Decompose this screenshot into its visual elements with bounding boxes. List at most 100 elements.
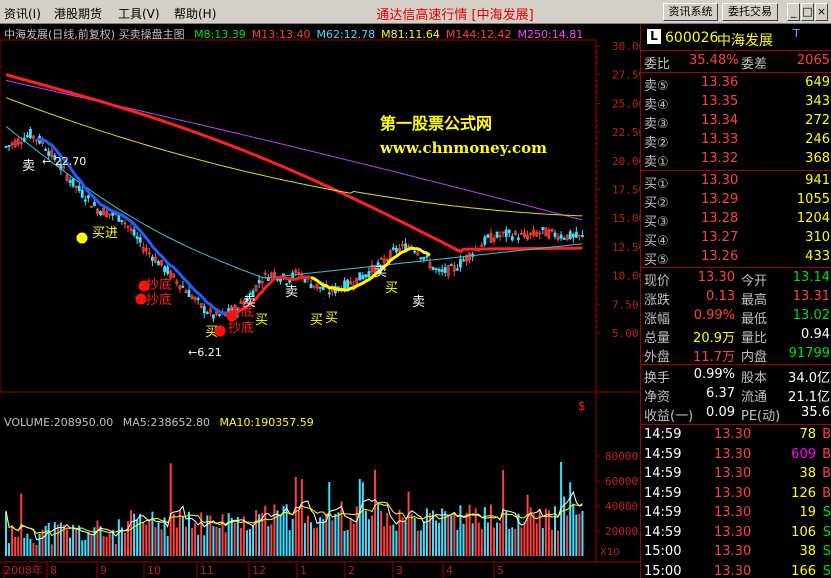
- candle-body: [462, 259, 465, 262]
- tick-volume: 126: [791, 485, 816, 501]
- ma-label: M81:11.64: [381, 28, 440, 41]
- menu-item-tools[interactable]: 工具(V): [118, 5, 160, 22]
- trade-button[interactable]: 委托交易: [722, 3, 778, 21]
- weibi-row: 委比 35.48% 委差 2065: [644, 53, 830, 72]
- price-tick-label: 27.50: [612, 69, 640, 82]
- ma-label: M62:12.78: [316, 28, 376, 41]
- ask-price: 13.36: [701, 75, 739, 90]
- fund-value: 0.09: [706, 405, 735, 420]
- bid-volume: 1204: [796, 211, 830, 226]
- candle-body: [419, 257, 423, 260]
- bid-price: 13.26: [701, 249, 739, 264]
- candle-body: [86, 195, 90, 199]
- stat-value: 0.94: [801, 327, 830, 342]
- ask-price: 13.34: [701, 113, 739, 128]
- bid-row: 买⑤ 13.26 433: [641, 248, 831, 268]
- candle-body: [163, 266, 167, 272]
- signal-label: 买: [385, 281, 398, 296]
- tick-row: 14:59 13.30 126 B: [641, 485, 831, 504]
- bid-volume: 941: [805, 173, 830, 188]
- candle-body: [455, 268, 459, 271]
- tick-time: 14:59: [644, 524, 682, 540]
- signal-dot: [135, 293, 147, 305]
- tick-price: 13.30: [714, 505, 752, 520]
- watermark-url: www.chnmoney.com: [380, 139, 547, 157]
- candle-body: [504, 229, 508, 237]
- candle-body: [68, 180, 72, 183]
- tick-row: 14:59 13.30 106 S: [641, 524, 831, 543]
- tick-time: 14:59: [644, 505, 682, 520]
- candle-body: [99, 211, 102, 216]
- x-tick-label: 1: [300, 564, 307, 577]
- menu-item-help[interactable]: 帮助(H): [174, 5, 216, 22]
- stat-label: 今开: [741, 274, 768, 289]
- close-button[interactable]: ×: [815, 3, 828, 21]
- tick-side: B: [822, 427, 831, 442]
- candle-body: [495, 231, 499, 238]
- candle-body: [394, 247, 398, 253]
- tick-volume: 106: [791, 524, 816, 540]
- stat-value: 11.7万: [693, 350, 735, 365]
- info-system-button[interactable]: 资讯系统: [663, 3, 718, 21]
- bid-label: 买①: [644, 177, 669, 192]
- ask-volume: 272: [805, 113, 830, 128]
- tick-price: 13.30: [714, 485, 752, 501]
- minimize-button[interactable]: _: [787, 3, 800, 21]
- stat-value: 13.14: [792, 270, 830, 285]
- stat-value: 20.9万: [693, 331, 735, 346]
- volume-ma10-line: [5, 501, 583, 537]
- fund-label: 净资: [644, 390, 671, 405]
- volume-multiplier: X10: [600, 547, 620, 558]
- fund-row: 收益(一) 0.09 PE(动) 35.6: [641, 404, 831, 424]
- stat-value: 0.99%: [693, 308, 735, 323]
- bid-row: 买① 13.30 941: [641, 172, 831, 192]
- menu-bar: 资讯(I) 港股期货 工具(V) 帮助(H) 通达信高速行情 [中海发展] 资讯…: [0, 0, 831, 24]
- price-tick-label: 30.00: [612, 40, 640, 53]
- candle-body: [541, 227, 545, 230]
- tick-price: 13.30: [714, 427, 752, 442]
- candle-body: [431, 266, 435, 270]
- high-price-label: ← 22.70: [42, 155, 86, 168]
- tick-price: 13.30: [714, 466, 752, 481]
- menu-item-hk-futures[interactable]: 港股期货: [54, 5, 102, 22]
- candle-body: [568, 231, 572, 240]
- volume-tick-label: 80000: [605, 450, 638, 463]
- candle-body: [321, 286, 325, 291]
- price-tick-label: 22.50: [612, 126, 640, 139]
- bid-price: 13.30: [701, 173, 739, 188]
- ask-row: 卖③ 13.34 272: [641, 112, 831, 132]
- kline-chart[interactable]: 卖买进抄底抄底抄底抄底买卖买卖卖买买卖买← 22.70←6.21$ 30.002…: [0, 24, 640, 578]
- tick-volume: 78: [799, 427, 816, 442]
- price-tick-label: 20.00: [612, 155, 640, 168]
- ma-label: M250:14.81: [517, 28, 584, 41]
- candle-body: [93, 202, 96, 206]
- stat-label: 最低: [741, 312, 768, 327]
- tick-side: B: [822, 485, 831, 501]
- candle-body: [562, 237, 566, 240]
- fund-label: 流通: [741, 390, 768, 405]
- menu-item-info[interactable]: 资讯(I): [4, 5, 41, 22]
- maximize-button[interactable]: □: [801, 3, 814, 21]
- ask-volume: 246: [805, 132, 830, 147]
- bid-price: 13.29: [701, 192, 739, 207]
- bid-volume: 433: [805, 249, 830, 264]
- price-tick-label: 12.50: [612, 241, 640, 254]
- signal-label: 抄底: [146, 277, 172, 293]
- volume-ma5-line: [5, 490, 583, 541]
- candle-body: [181, 285, 185, 288]
- fund-row: 净资 6.37 流通 21.1亿: [641, 385, 831, 405]
- candle-body: [80, 189, 84, 198]
- x-tick-label: 10: [147, 564, 161, 577]
- tick-time: 14:59: [644, 485, 682, 501]
- signal-dot: [138, 280, 150, 292]
- candle-body: [367, 271, 371, 278]
- tick-price: 13.30: [714, 563, 752, 578]
- ask-label: 卖④: [644, 98, 669, 113]
- fund-row: 换手 0.99% 股本 34.0亿: [641, 366, 831, 386]
- signal-dot: [226, 310, 238, 322]
- stat-value: 13.02: [792, 308, 830, 323]
- candle-body: [71, 178, 75, 187]
- tick-side: S: [822, 563, 831, 578]
- candle-body: [443, 267, 447, 273]
- x-tick-label: 11: [200, 564, 214, 577]
